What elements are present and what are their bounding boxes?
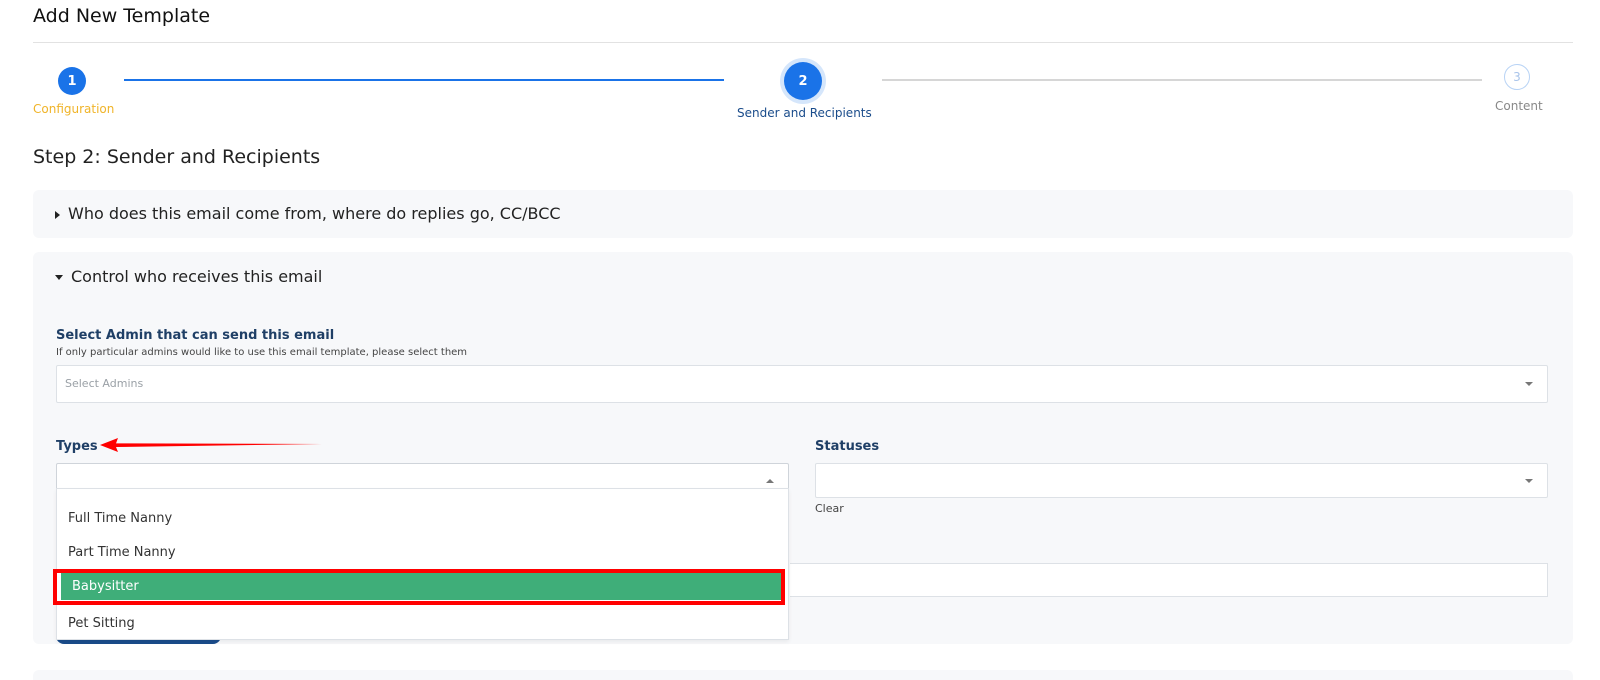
admins-placeholder: Select Admins: [65, 377, 144, 390]
step-3-number: 3: [1513, 70, 1521, 84]
caret-down-icon: [55, 275, 63, 280]
step-1-circle[interactable]: 1: [58, 67, 86, 95]
step-3-label[interactable]: Content: [1495, 99, 1543, 113]
red-arrow-icon: [100, 438, 322, 452]
dropdown-option-babysitter[interactable]: Babysitter: [61, 572, 784, 600]
step-2-label[interactable]: Sender and Recipients: [737, 106, 872, 120]
hidden-input-field[interactable]: [790, 563, 1548, 597]
step-heading: Step 2: Sender and Recipients: [33, 146, 321, 168]
sender-panel-title: Who does this email come from, where do …: [68, 204, 561, 223]
statuses-clear-link[interactable]: Clear: [815, 502, 844, 515]
title-divider: [33, 42, 1573, 43]
recipients-panel-title: Control who receives this email: [71, 267, 323, 286]
step-2-circle[interactable]: 2: [784, 62, 822, 100]
step-connector-1: [124, 79, 724, 81]
sender-panel: Who does this email come from, where do …: [33, 190, 1573, 238]
step-3-circle[interactable]: 3: [1504, 64, 1530, 90]
types-label: Types: [56, 439, 98, 454]
dropdown-option-full-time-nanny[interactable]: Full Time Nanny: [57, 501, 788, 535]
admins-label: Select Admin that can send this email: [56, 328, 335, 343]
types-dropdown-list: Full Time Nanny Part Time Nanny Babysitt…: [56, 488, 789, 640]
statuses-label: Statuses: [815, 439, 880, 454]
next-panel-edge: [33, 670, 1573, 680]
statuses-select[interactable]: [815, 463, 1548, 498]
chevron-up-icon: [766, 478, 774, 483]
admins-select[interactable]: Select Admins: [56, 365, 1548, 403]
step-1-label[interactable]: Configuration: [33, 102, 114, 116]
dropdown-option-part-time-nanny[interactable]: Part Time Nanny: [57, 535, 788, 569]
caret-right-icon: [55, 210, 60, 219]
step-2-number: 2: [798, 73, 808, 89]
admins-help-text: If only particular admins would like to …: [56, 347, 468, 358]
chevron-down-icon: [1525, 382, 1533, 386]
step-1-number: 1: [67, 73, 77, 89]
page-title: Add New Template: [33, 5, 211, 27]
dropdown-option-pet-sitting[interactable]: Pet Sitting: [57, 606, 788, 640]
recipients-panel-toggle[interactable]: Control who receives this email: [55, 267, 322, 286]
chevron-down-icon: [1525, 478, 1533, 483]
step-connector-2: [882, 79, 1482, 81]
sender-panel-toggle[interactable]: Who does this email come from, where do …: [55, 204, 561, 223]
